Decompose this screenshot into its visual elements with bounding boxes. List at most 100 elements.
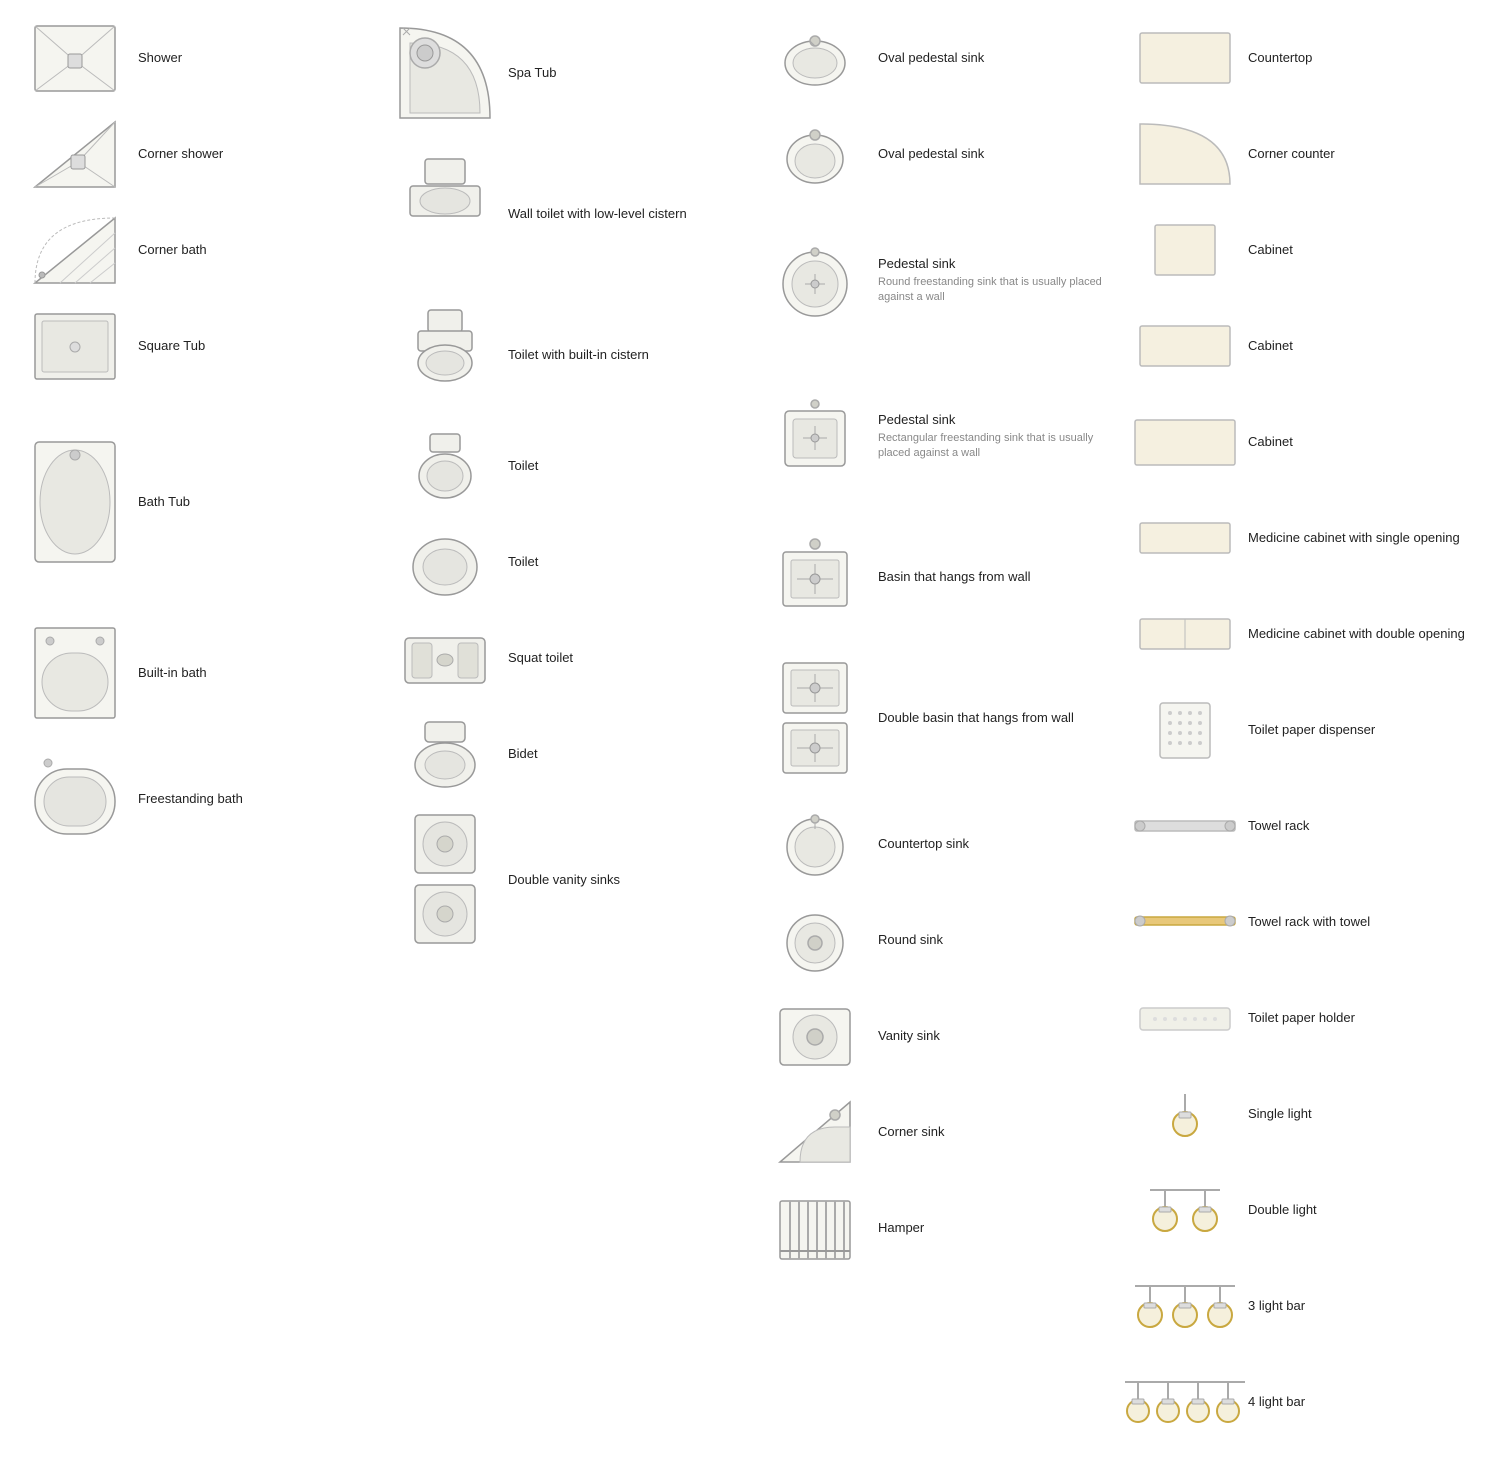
item-wall-toilet-cistern: Wall toilet with low-level cistern (380, 136, 750, 292)
cabinet3-label: Cabinet (1248, 433, 1293, 451)
shower-icon (20, 18, 130, 98)
3-light-bar-label: 3 light bar (1248, 1297, 1305, 1315)
corner-sink-icon (760, 1092, 870, 1172)
item-toilet-paper-holder: Toilet paper holder (1120, 970, 1500, 1066)
item-3-light-bar: 3 light bar (1120, 1258, 1500, 1354)
double-light-icon (1130, 1170, 1240, 1250)
toilet1-label: Toilet (508, 457, 538, 475)
countertop-sink-label: Countertop sink (878, 835, 969, 853)
pedestal-sink-round-icon (760, 210, 870, 350)
item-oval-pedestal-sink2: Oval pedestal sink (750, 106, 1120, 202)
towel-rack-icon (1130, 786, 1240, 866)
item-cabinet3: Cabinet (1120, 394, 1500, 490)
col-3: Oval pedestal sink Oval pedestal sink (750, 10, 1120, 1450)
item-spa-tub: Spa Tub (380, 10, 750, 136)
item-cabinet1: Cabinet (1120, 202, 1500, 298)
item-medicine-cabinet-single: Medicine cabinet with single opening (1120, 490, 1500, 586)
item-toilet-built-cistern: Toilet with built-in cistern (380, 292, 750, 418)
item-cabinet2: Cabinet (1120, 298, 1500, 394)
built-in-bath-label: Built-in bath (138, 664, 207, 682)
wall-toilet-cistern-label: Wall toilet with low-level cistern (508, 205, 687, 223)
countertop-label: Countertop (1248, 49, 1312, 67)
item-medicine-cabinet-double: Medicine cabinet with double opening (1120, 586, 1500, 682)
corner-bath-label: Corner bath (138, 241, 207, 259)
item-round-sink: Round sink (750, 892, 1120, 988)
round-sink-label: Round sink (878, 931, 943, 949)
spa-tub-icon (390, 18, 500, 128)
wall-toilet-cistern-icon (390, 144, 500, 284)
3-light-bar-icon (1130, 1266, 1240, 1346)
basin-wall-icon (760, 522, 870, 632)
squat-toilet-icon (390, 618, 500, 698)
cabinet3-icon (1130, 402, 1240, 482)
bath-tub-icon (20, 402, 130, 602)
oval-pedestal-sink2-icon (760, 114, 870, 194)
item-single-light: Single light (1120, 1066, 1500, 1162)
item-towel-rack-towel: Towel rack with towel (1120, 874, 1500, 970)
double-vanity-sinks-label: Double vanity sinks (508, 871, 620, 889)
corner-bath-icon (20, 210, 130, 290)
item-basin-wall: Basin that hangs from wall (750, 514, 1120, 640)
freestanding-bath-icon (20, 744, 130, 854)
item-corner-counter: Corner counter (1120, 106, 1500, 202)
towel-rack-towel-icon (1130, 882, 1240, 962)
pedestal-sink-rect-label: Pedestal sink Rectangular freestanding s… (878, 411, 1110, 462)
item-built-in-bath: Built-in bath (10, 610, 380, 736)
item-bath-tub: Bath Tub (10, 394, 380, 610)
item-bidet: Bidet (380, 706, 750, 802)
countertop-icon (1130, 18, 1240, 98)
toilet-paper-dispenser-label: Toilet paper dispenser (1248, 721, 1375, 739)
item-corner-sink: Corner sink (750, 1084, 1120, 1180)
round-sink-icon (760, 900, 870, 980)
squat-toilet-label: Squat toilet (508, 649, 573, 667)
item-towel-rack: Towel rack (1120, 778, 1500, 874)
item-oval-pedestal-sink1: Oval pedestal sink (750, 10, 1120, 106)
towel-rack-label: Towel rack (1248, 817, 1309, 835)
toilet1-icon (390, 426, 500, 506)
item-pedestal-sink-round: Pedestal sink Round freestanding sink th… (750, 202, 1120, 358)
4-light-bar-label: 4 light bar (1248, 1393, 1305, 1411)
towel-rack-towel-label: Towel rack with towel (1248, 913, 1370, 931)
toilet2-icon (390, 522, 500, 602)
item-square-tub: Square Tub (10, 298, 380, 394)
toilet-built-cistern-icon (390, 300, 500, 410)
item-corner-shower: Corner shower (10, 106, 380, 202)
item-countertop-sink: Countertop sink (750, 796, 1120, 892)
cabinet1-label: Cabinet (1248, 241, 1293, 259)
toilet-paper-dispenser-icon (1130, 690, 1240, 770)
pedestal-sink-rect-icon (760, 366, 870, 506)
toilet2-label: Toilet (508, 553, 538, 571)
corner-counter-icon (1130, 114, 1240, 194)
bath-tub-label: Bath Tub (138, 493, 190, 511)
oval-pedestal-sink1-label: Oval pedestal sink (878, 49, 984, 67)
corner-sink-label: Corner sink (878, 1123, 944, 1141)
vanity-sink-icon (760, 996, 870, 1076)
bidet-label: Bidet (508, 745, 538, 763)
main-grid: Shower Corner shower (0, 0, 1500, 1460)
spa-tub-label: Spa Tub (508, 64, 556, 82)
medicine-cabinet-double-label: Medicine cabinet with double opening (1248, 625, 1465, 643)
oval-pedestal-sink2-label: Oval pedestal sink (878, 145, 984, 163)
oval-pedestal-sink1-icon (760, 18, 870, 98)
double-light-label: Double light (1248, 1201, 1317, 1219)
toilet-built-cistern-label: Toilet with built-in cistern (508, 346, 649, 364)
item-hamper: Hamper (750, 1180, 1120, 1276)
built-in-bath-icon (20, 618, 130, 728)
toilet-paper-holder-icon (1130, 978, 1240, 1058)
medicine-cabinet-double-icon (1130, 594, 1240, 674)
col-2: Spa Tub Wall toilet with low-level ciste… (380, 10, 750, 1450)
item-toilet-paper-dispenser: Toilet paper dispenser (1120, 682, 1500, 778)
col-1: Shower Corner shower (10, 10, 380, 1450)
pedestal-sink-round-label: Pedestal sink Round freestanding sink th… (878, 255, 1110, 306)
single-light-label: Single light (1248, 1105, 1312, 1123)
item-4-light-bar: 4 light bar (1120, 1354, 1500, 1450)
item-freestanding-bath: Freestanding bath (10, 736, 380, 862)
square-tub-label: Square Tub (138, 337, 205, 355)
double-basin-wall-icon (760, 648, 870, 788)
vanity-sink-label: Vanity sink (878, 1027, 940, 1045)
hamper-icon (760, 1188, 870, 1268)
bidet-icon (390, 714, 500, 794)
hamper-label: Hamper (878, 1219, 924, 1237)
item-countertop: Countertop (1120, 10, 1500, 106)
item-double-vanity-sinks: Double vanity sinks (380, 802, 750, 958)
